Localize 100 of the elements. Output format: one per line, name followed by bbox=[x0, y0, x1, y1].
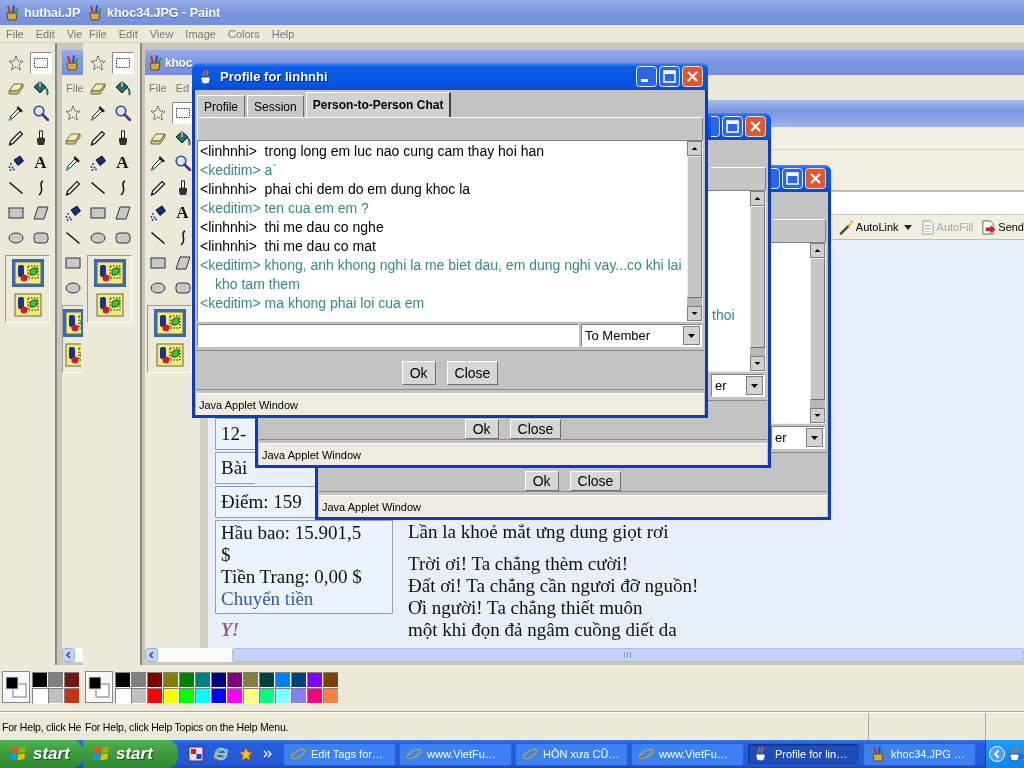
toolbar-button[interactable]: AutoLink bbox=[838, 219, 912, 235]
recipient-dropdown[interactable]: er bbox=[771, 426, 825, 449]
menu-item[interactable]: View bbox=[143, 27, 180, 40]
swatch-icon[interactable] bbox=[131, 672, 147, 688]
magnifier-icon[interactable] bbox=[174, 154, 191, 171]
star-icon[interactable] bbox=[238, 746, 254, 762]
rounded-rect-icon[interactable] bbox=[174, 279, 191, 296]
dialog-button[interactable]: Ok bbox=[464, 419, 499, 439]
spray-can-icon[interactable] bbox=[149, 204, 166, 221]
shapes-icon[interactable] bbox=[63, 309, 83, 337]
menu-item[interactable]: Edit bbox=[29, 27, 61, 40]
dialog-button[interactable]: Close bbox=[509, 419, 562, 439]
dotted-star-icon[interactable] bbox=[89, 54, 106, 71]
menu-item[interactable]: Vie bbox=[60, 27, 83, 40]
swatch-icon[interactable] bbox=[211, 672, 227, 688]
maximize-icon[interactable] bbox=[659, 66, 680, 87]
text-tool[interactable]: A bbox=[114, 154, 131, 171]
dialog-button[interactable]: Ok bbox=[401, 360, 436, 385]
chevron-left-icon[interactable] bbox=[989, 746, 1005, 762]
rounded-rect-icon[interactable] bbox=[32, 229, 49, 246]
grid-app-icon[interactable] bbox=[188, 746, 204, 762]
swatch-icon[interactable] bbox=[275, 688, 291, 704]
shapes-icon[interactable] bbox=[11, 291, 44, 319]
pencil-icon[interactable] bbox=[149, 179, 166, 196]
shapes-icon[interactable] bbox=[153, 309, 186, 337]
tab[interactable]: Session bbox=[247, 95, 304, 117]
swatch-icon[interactable] bbox=[227, 688, 243, 704]
close-icon[interactable] bbox=[805, 168, 826, 189]
pencil-icon[interactable] bbox=[7, 129, 24, 146]
polygon-icon[interactable] bbox=[32, 204, 49, 221]
swatch-icon[interactable] bbox=[291, 672, 307, 688]
swatch-icon[interactable] bbox=[32, 688, 48, 704]
menu-item[interactable]: File bbox=[83, 27, 113, 40]
line-icon[interactable] bbox=[149, 229, 166, 246]
scroll-up-icon[interactable] bbox=[687, 141, 702, 156]
swatch-icon[interactable] bbox=[64, 672, 80, 688]
swatch-icon[interactable] bbox=[48, 672, 64, 688]
line-icon[interactable] bbox=[7, 179, 24, 196]
start-button[interactable]: start bbox=[83, 740, 178, 768]
scroll-down-icon[interactable] bbox=[687, 306, 702, 321]
tab[interactable]: Profile bbox=[197, 95, 245, 117]
text-link[interactable]: Chuyển tiền bbox=[221, 588, 314, 610]
dialog-button[interactable]: Close bbox=[446, 360, 499, 385]
recipient-dropdown[interactable]: To Member bbox=[581, 324, 702, 347]
scroll-left-icon[interactable] bbox=[62, 648, 75, 662]
eyedropper-icon[interactable] bbox=[89, 104, 106, 121]
text-tool[interactable]: A bbox=[32, 154, 49, 171]
polygon-icon[interactable] bbox=[174, 254, 191, 271]
swatch-icon[interactable] bbox=[307, 672, 323, 688]
double-chevron-icon[interactable] bbox=[263, 750, 272, 758]
menu-item[interactable]: Image bbox=[179, 27, 222, 40]
swatch-icon[interactable] bbox=[195, 672, 211, 688]
spray-can-icon[interactable] bbox=[64, 204, 81, 221]
swatch-icon[interactable] bbox=[323, 672, 339, 688]
scroll-up-icon[interactable] bbox=[750, 191, 765, 206]
toolbar-button[interactable]: Send bbox=[981, 219, 1024, 235]
dialog-button[interactable]: Ok bbox=[524, 471, 559, 491]
shapes-icon[interactable] bbox=[93, 259, 126, 287]
ellipse-icon[interactable] bbox=[7, 229, 24, 246]
swatch-icon[interactable] bbox=[211, 688, 227, 704]
taskbar-button[interactable]: www.VietFu… bbox=[399, 742, 512, 766]
swatch-icon[interactable] bbox=[179, 688, 195, 704]
shapes-icon[interactable] bbox=[93, 291, 126, 319]
swatch-icon[interactable] bbox=[243, 688, 259, 704]
dotted-star-icon[interactable] bbox=[7, 54, 24, 71]
magnifier-icon[interactable] bbox=[114, 104, 131, 121]
line-icon[interactable] bbox=[64, 229, 81, 246]
tab[interactable]: Person-to-Person Chat bbox=[305, 92, 452, 117]
magnifier-icon[interactable] bbox=[32, 104, 49, 121]
swatch-icon[interactable] bbox=[64, 688, 80, 704]
paint-bucket-icon[interactable] bbox=[114, 79, 131, 96]
maximize-icon[interactable] bbox=[782, 168, 803, 189]
scroll-down-icon[interactable] bbox=[810, 408, 825, 423]
window-button-icon[interactable] bbox=[711, 116, 720, 137]
message-input[interactable] bbox=[197, 324, 579, 347]
close-icon[interactable] bbox=[682, 66, 703, 87]
swatch-icon[interactable] bbox=[115, 688, 131, 704]
browser-icon[interactable] bbox=[213, 746, 229, 762]
current-colors-icon[interactable] bbox=[2, 671, 30, 703]
swatch-icon[interactable] bbox=[115, 672, 131, 688]
swatch-icon[interactable] bbox=[259, 688, 275, 704]
shapes-icon[interactable] bbox=[153, 341, 186, 369]
start-button[interactable]: start bbox=[0, 740, 83, 768]
current-colors-icon[interactable] bbox=[85, 671, 113, 703]
swatch-icon[interactable] bbox=[179, 672, 195, 688]
taskbar-button[interactable]: HÔN xưa CŨ… bbox=[515, 742, 628, 766]
swatch-icon[interactable] bbox=[243, 672, 259, 688]
taskbar-button[interactable]: Edit Tags for… bbox=[283, 742, 396, 766]
rectangle-icon[interactable] bbox=[7, 204, 24, 221]
shapes-icon[interactable] bbox=[63, 341, 83, 369]
dotted-rect-icon[interactable] bbox=[29, 51, 52, 74]
eyedropper-icon[interactable] bbox=[64, 154, 81, 171]
eyedropper-icon[interactable] bbox=[7, 104, 24, 121]
spray-can-icon[interactable] bbox=[7, 154, 24, 171]
shapes-icon[interactable] bbox=[11, 259, 44, 287]
swatch-icon[interactable] bbox=[291, 688, 307, 704]
ellipse-icon[interactable] bbox=[149, 279, 166, 296]
address-field[interactable] bbox=[831, 191, 1024, 215]
swatch-icon[interactable] bbox=[323, 688, 339, 704]
ellipse-icon[interactable] bbox=[89, 229, 106, 246]
